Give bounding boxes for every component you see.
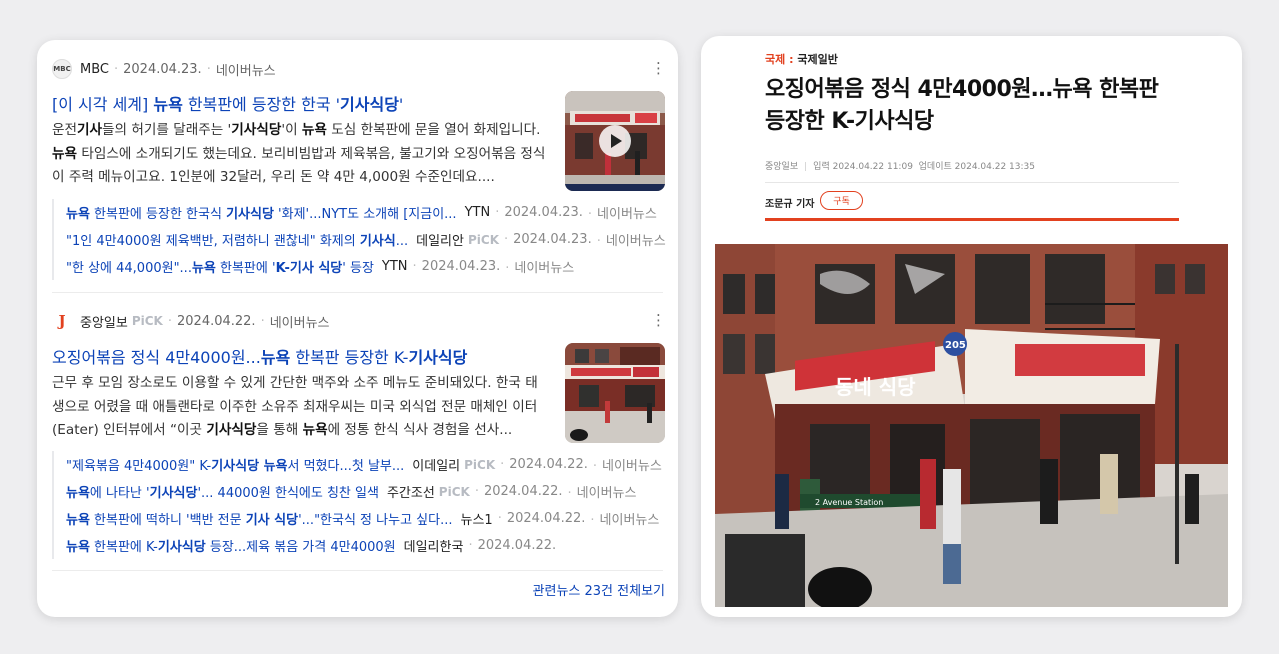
publisher-name: 중앙일보 [765, 162, 799, 172]
pick-badge: PiCK [438, 484, 470, 499]
related-news-list: "제육볶음 4만4000원" K-기사식당 뉴욕서 먹혔다...첫 날부... 이… [52, 451, 672, 559]
related-news-date: · 2024.04.22. [497, 511, 586, 526]
pick-badge: PiCK [464, 457, 496, 472]
press-name[interactable]: MBC [80, 62, 109, 77]
related-news-press[interactable]: 뉴스1 [460, 509, 492, 528]
related-news-press[interactable]: 데일리한국 [404, 536, 464, 555]
portal-link[interactable]: 네이버뉴스 [216, 60, 276, 79]
related-news-press[interactable]: 데일리안 [416, 230, 464, 249]
portal-link[interactable]: · 네이버뉴스 [588, 455, 662, 474]
article-title[interactable]: 오징어볶음 정식 4만4000원...뉴욕 한복판 등장한 K-기사식당 [52, 344, 552, 368]
related-news-press[interactable]: 이데일리 [412, 455, 460, 474]
related-news-title[interactable]: 뉴욕 한복판에 등장한 한국식 기사식당 '화제'...NYT도 소개해 [지금… [66, 203, 457, 222]
all-related-news-link[interactable]: 관련뉴스 23건 전체보기 [533, 580, 665, 599]
meta-divider [765, 182, 1179, 183]
press-name[interactable]: 중앙일보 [80, 312, 128, 331]
portal-link[interactable]: · 네이버뉴스 [585, 509, 659, 528]
more-options-icon[interactable]: ⋮ [651, 313, 666, 328]
article-headline: 오징어볶음 정식 4만4000원…뉴욕 한복판 등장한 K-기사식당 [765, 77, 1159, 134]
sign-text: 동네 식당 [835, 375, 916, 399]
related-news-title[interactable]: "1인 4만4000원 제육백반, 저렴하니 괜찮네" 화제의 기사식... [66, 230, 408, 249]
related-news-title[interactable]: "한 상에 44,000원"...뉴욕 한복판에 'K-기사 식당' 등장 [66, 257, 374, 276]
source-row: MBC MBC · 2024.04.23. · 네이버뉴스 [52, 59, 276, 79]
cluster-divider [52, 570, 663, 571]
related-news-press[interactable]: 주간조선 [387, 482, 435, 501]
portal-link[interactable]: · 네이버뉴스 [563, 482, 637, 501]
play-icon[interactable] [599, 125, 631, 157]
category-main[interactable]: 국제 [765, 53, 785, 66]
article-date: 2024.04.23. [123, 61, 202, 77]
article-description[interactable]: 운전기사들의 허기를 달래주는 '기사식당'이 뉴욕 도심 한복판에 문을 열어… [52, 119, 546, 191]
related-news-date: · 2024.04.22. [468, 538, 557, 553]
updated-time: 업데이트 2024.04.22 13:35 [918, 162, 1035, 172]
article-description[interactable]: 근무 후 모임 장소로도 이용할 수 있게 간단한 맥주와 소주 메뉴도 준비돼… [52, 372, 546, 444]
portal-link[interactable]: · 네이버뉴스 [500, 257, 574, 276]
portal-link[interactable]: · 네이버뉴스 [592, 230, 666, 249]
portal-link[interactable]: · 네이버뉴스 [583, 203, 657, 222]
portal-link[interactable]: 네이버뉴스 [270, 312, 330, 331]
category-sub[interactable]: 국제일반 [797, 53, 837, 66]
article-date: 2024.04.22. [177, 313, 256, 329]
related-news-title[interactable]: "제육볶음 4만4000원" K-기사식당 뉴욕서 먹혔다...첫 날부... [66, 455, 404, 474]
related-news-date: · 2024.04.23. [504, 232, 592, 247]
press-logo[interactable]: MBC [52, 59, 72, 79]
related-news-item[interactable]: 뉴욕에 나타난 '기사식당'... 44000원 한식에도 칭찬 일색 주간조선 P… [54, 478, 672, 505]
article-photo[interactable]: 동네 식당 205 2 Avenue Station [715, 244, 1228, 607]
related-news-item[interactable]: "제육볶음 4만4000원" K-기사식당 뉴욕서 먹혔다...첫 날부... 이… [54, 451, 672, 478]
related-news-item[interactable]: "한 상에 44,000원"...뉴욕 한복판에 'K-기사 식당' 등장 YTN… [54, 253, 672, 280]
related-news-item[interactable]: 뉴욕 한복판에 등장한 한국식 기사식당 '화제'...NYT도 소개해 [지금… [54, 199, 672, 226]
pick-badge: PiCK [131, 314, 163, 328]
article-meta: 중앙일보 | 입력 2024.04.22 11:09 업데이트 2024.04.22… [765, 162, 1035, 172]
related-news-title[interactable]: 뉴욕 한복판에 떡하니 '백반 전문 기사 식당'..."한국식 정 나누고 싶… [66, 509, 452, 528]
cluster-divider [52, 292, 663, 293]
related-news-date: · 2024.04.23. [412, 259, 501, 274]
related-news-item[interactable]: 뉴욕 한복판에 떡하니 '백반 전문 기사 식당'..."한국식 정 나누고 싶… [54, 505, 672, 532]
subway-sign: 2 Avenue Station [815, 498, 883, 507]
sign-number: 205 [945, 340, 966, 351]
related-news-date: · 2024.04.22. [500, 457, 588, 472]
more-options-icon[interactable]: ⋮ [651, 61, 666, 76]
source-row: J 중앙일보 PiCK · 2024.04.22. · 네이버뉴스 [52, 311, 330, 331]
published-time: 입력 2024.04.22 11:09 [813, 162, 913, 172]
press-logo[interactable]: J [52, 311, 72, 331]
article-title[interactable]: [이 시각 세계] 뉴욕 한복판에 등장한 한국 '기사식당' [52, 91, 552, 115]
related-news-press[interactable]: YTN [382, 259, 408, 274]
pick-badge: PiCK [467, 232, 499, 247]
article-thumbnail[interactable] [565, 343, 665, 443]
related-news-date: · 2024.04.23. [495, 205, 583, 220]
related-news-item[interactable]: 뉴욕 한복판에 K-기사식당 등장...제육 볶음 가격 4만4000원 데일리한… [54, 532, 672, 559]
news-search-card: MBC MBC · 2024.04.23. · 네이버뉴스 ⋮ [이 시각 세계… [37, 40, 678, 617]
subscribe-button[interactable]: 구독 [820, 191, 863, 210]
related-news-title[interactable]: 뉴욕에 나타난 '기사식당'... 44000원 한식에도 칭찬 일색 [66, 482, 379, 501]
related-news-item[interactable]: "1인 4만4000원 제육백반, 저렴하니 괜찮네" 화제의 기사식... 데일… [54, 226, 672, 253]
video-thumbnail[interactable] [565, 91, 665, 191]
related-news-title[interactable]: 뉴욕 한복판에 K-기사식당 등장...제육 볶음 가격 4만4000원 [66, 536, 396, 555]
article-card: 국제 : 국제일반 오징어볶음 정식 4만4000원…뉴욕 한복판 등장한 K-… [701, 36, 1242, 617]
related-news-press[interactable]: YTN [465, 205, 491, 220]
accent-divider [765, 218, 1179, 221]
article-category: 국제 : 국제일반 [765, 53, 838, 66]
related-news-date: · 2024.04.22. [474, 484, 563, 499]
related-news-list: 뉴욕 한복판에 등장한 한국식 기사식당 '화제'...NYT도 소개해 [지금… [52, 199, 672, 280]
reporter-name[interactable]: 조문규 기자 [765, 195, 814, 210]
